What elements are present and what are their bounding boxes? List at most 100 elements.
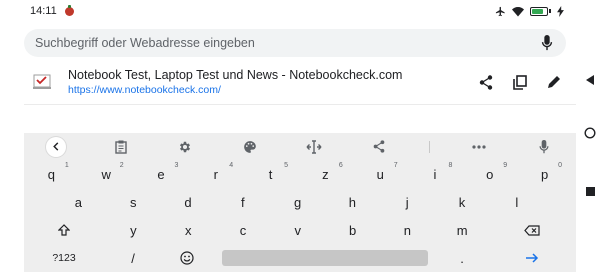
key-hint: 8 xyxy=(448,162,453,169)
keyboard-toolbar xyxy=(24,133,576,160)
key-label: r xyxy=(213,166,218,182)
airplane-icon xyxy=(495,6,505,16)
key-y[interactable]: y xyxy=(106,216,161,244)
edit-button[interactable] xyxy=(544,72,564,92)
backspace-key[interactable] xyxy=(517,216,547,244)
period-key[interactable]: . xyxy=(450,244,474,272)
theme-button[interactable] xyxy=(235,135,265,159)
notebookcheck-favicon xyxy=(32,72,52,92)
symbols-key[interactable]: ?123 xyxy=(46,244,82,272)
battery-fill xyxy=(532,8,544,14)
share-icon xyxy=(373,140,385,153)
clock: 14:11 xyxy=(30,5,57,17)
enter-key[interactable] xyxy=(518,244,546,272)
share-toolbar-button[interactable] xyxy=(364,135,394,159)
key-label: w xyxy=(101,166,111,182)
key-hint: 3 xyxy=(174,162,179,169)
nav-home-button[interactable] xyxy=(583,126,597,140)
key-a[interactable]: a xyxy=(51,188,106,216)
key-i[interactable]: i8 xyxy=(408,160,463,188)
key-label: u xyxy=(376,166,384,182)
settings-icon xyxy=(180,141,191,152)
share-button[interactable] xyxy=(476,72,496,92)
space-bar[interactable] xyxy=(222,250,428,266)
url-bar[interactable] xyxy=(24,29,566,57)
key-n[interactable]: n xyxy=(380,216,435,244)
share-icon xyxy=(479,74,493,90)
shift-icon xyxy=(58,224,70,236)
key-label: e xyxy=(157,166,165,182)
battery-body xyxy=(530,6,548,16)
key-j[interactable]: j xyxy=(380,188,435,216)
battery-icon xyxy=(530,6,551,16)
mic-icon xyxy=(541,35,553,51)
key-r[interactable]: r4 xyxy=(188,160,243,188)
keyboard-back-button[interactable] xyxy=(41,135,71,159)
key-d[interactable]: d xyxy=(161,188,216,216)
palette-icon xyxy=(244,140,256,153)
key-q[interactable]: q1 xyxy=(24,160,79,188)
circle-home-icon xyxy=(584,127,596,139)
suggestion-title: Notebook Test, Laptop Test und News - No… xyxy=(68,67,403,82)
pencil-icon xyxy=(548,76,560,88)
settings-button[interactable] xyxy=(170,135,200,159)
key-o[interactable]: o9 xyxy=(462,160,517,188)
key-p[interactable]: p0 xyxy=(517,160,572,188)
battery-tip xyxy=(549,9,551,13)
key-row-2: asdfghjkl xyxy=(24,188,576,216)
back-icon xyxy=(46,136,67,157)
key-hint: 6 xyxy=(338,162,343,169)
key-z[interactable]: z6 xyxy=(298,160,353,188)
shift-key[interactable] xyxy=(49,216,79,244)
key-b[interactable]: b xyxy=(325,216,380,244)
screen: 14:11 Notebook Test, xyxy=(0,0,605,272)
key-k[interactable]: k xyxy=(435,188,490,216)
suggestion-url: https://www.notebookcheck.com/ xyxy=(68,83,221,96)
voice-search-button[interactable] xyxy=(538,34,556,52)
key-hint: 1 xyxy=(64,162,69,169)
key-h[interactable]: h xyxy=(325,188,380,216)
nav-back-button[interactable] xyxy=(583,73,597,87)
navigation-bar xyxy=(576,0,605,272)
cursor-control-button[interactable] xyxy=(299,135,329,159)
more-icon xyxy=(472,144,486,149)
key-s[interactable]: s xyxy=(106,188,161,216)
key-t[interactable]: t5 xyxy=(243,160,298,188)
key-label: o xyxy=(486,166,494,182)
key-c[interactable]: c xyxy=(216,216,271,244)
key-g[interactable]: g xyxy=(270,188,325,216)
keyboard: q1w2e3r4t5z6u7i8o9p0 asdfghjkl yxcvbnm ?… xyxy=(24,133,576,272)
square-recents-icon xyxy=(585,186,595,196)
key-x[interactable]: x xyxy=(161,216,216,244)
slash-key[interactable]: / xyxy=(121,244,145,272)
key-m[interactable]: m xyxy=(435,216,490,244)
status-right xyxy=(495,5,564,17)
key-u[interactable]: u7 xyxy=(353,160,408,188)
key-l[interactable]: l xyxy=(489,188,544,216)
key-hint: 0 xyxy=(558,162,562,169)
key-label: z xyxy=(322,166,329,182)
more-button[interactable] xyxy=(464,135,494,159)
emoji-key[interactable] xyxy=(174,244,200,272)
arrow-right-icon xyxy=(526,253,539,263)
key-row-1: q1w2e3r4t5z6u7i8o9p0 xyxy=(24,160,576,188)
key-label: t xyxy=(268,166,273,182)
charging-icon xyxy=(557,5,564,17)
keyboard-mic-button[interactable] xyxy=(529,135,559,159)
key-v[interactable]: v xyxy=(270,216,325,244)
nav-recents-button[interactable] xyxy=(583,184,597,198)
key-hint: 9 xyxy=(503,162,508,169)
search-input[interactable] xyxy=(35,36,538,50)
key-e[interactable]: e3 xyxy=(134,160,189,188)
copy-icon xyxy=(513,74,527,90)
key-hint: 2 xyxy=(119,162,124,169)
key-w[interactable]: w2 xyxy=(79,160,134,188)
divider xyxy=(24,104,576,105)
copy-button[interactable] xyxy=(510,72,530,92)
key-label: p xyxy=(540,166,549,182)
suggestion-item[interactable]: Notebook Test, Laptop Test und News - No… xyxy=(24,62,576,102)
clipboard-button[interactable] xyxy=(106,135,136,159)
clipboard-icon xyxy=(115,140,127,154)
key-label: q xyxy=(47,166,56,182)
key-f[interactable]: f xyxy=(215,188,270,216)
